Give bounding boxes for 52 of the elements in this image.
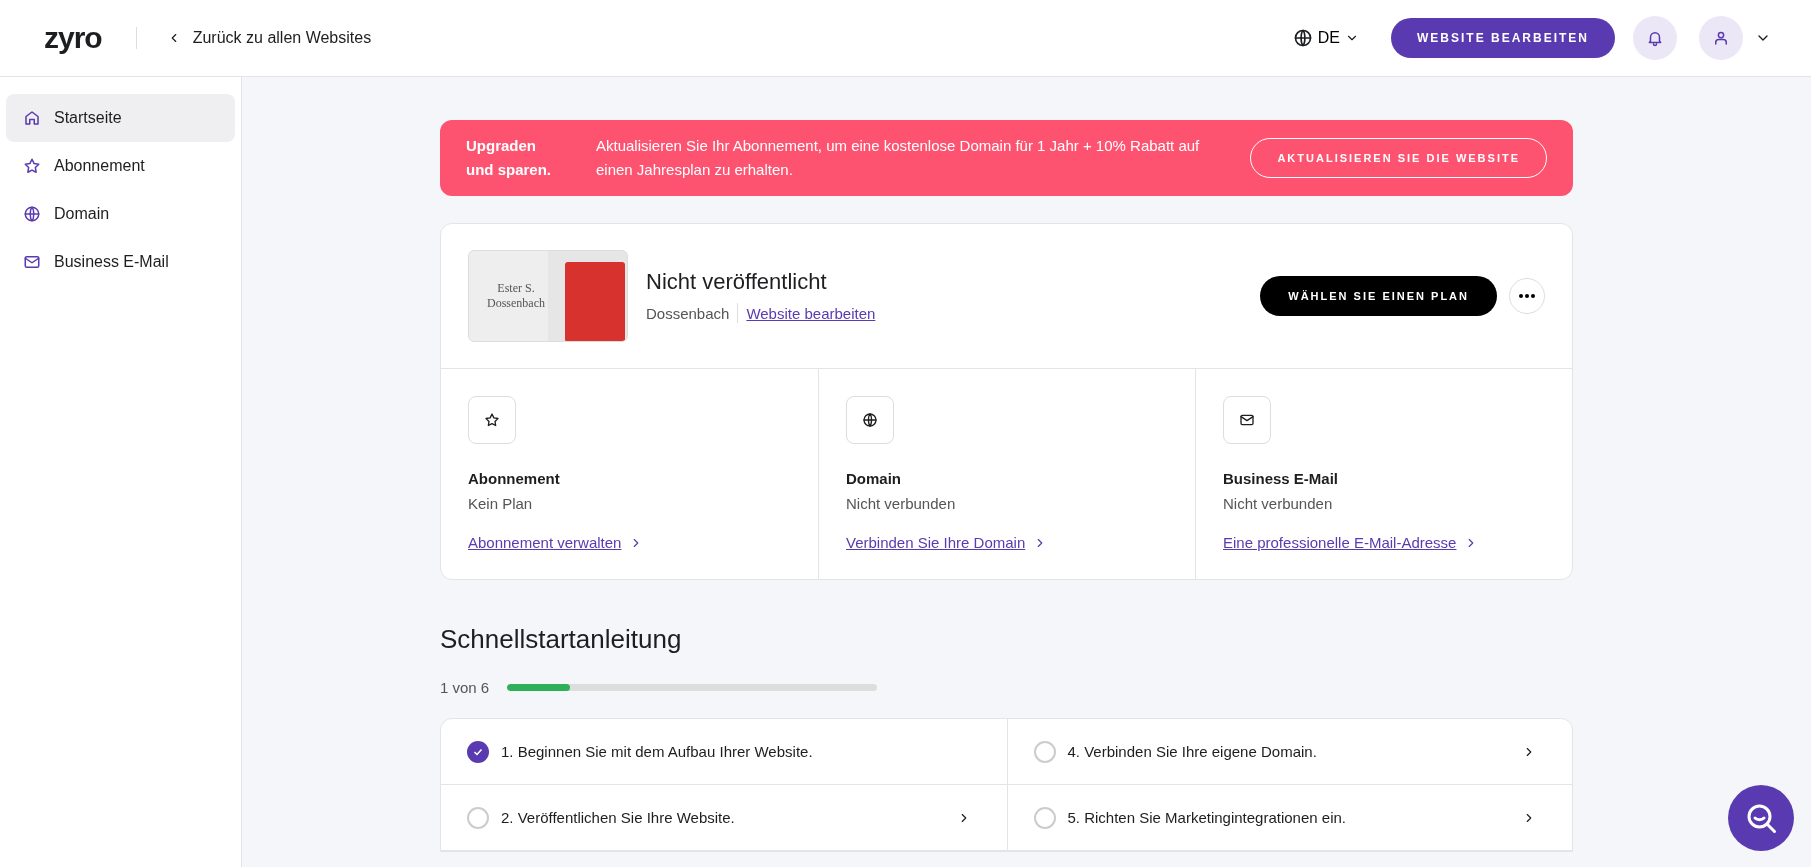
user-icon xyxy=(1712,29,1730,47)
task-label: 1. Beginnen Sie mit dem Aufbau Ihrer Website. xyxy=(501,743,814,760)
edit-website-link[interactable]: Website bearbeiten xyxy=(746,304,876,322)
notifications-button[interactable] xyxy=(1633,16,1677,60)
sidebar-item[interactable]: Startseite xyxy=(6,94,235,142)
service-status: Nicht verbunden xyxy=(846,495,957,512)
account-button[interactable] xyxy=(1699,16,1743,60)
service-title: Abonnement xyxy=(468,470,561,487)
mail-icon xyxy=(1239,412,1255,428)
task-item[interactable]: 5. Richten Sie Marketingintegrationen ein. xyxy=(1006,785,1572,851)
sidebar-item[interactable]: Business E-Mail xyxy=(6,238,235,286)
globe-icon xyxy=(862,412,878,428)
task-checkbox[interactable] xyxy=(1033,806,1056,829)
task-label: 2. Veröffentlichen Sie Ihre Website. xyxy=(501,809,736,826)
service-link[interactable]: Abonnement verwalten xyxy=(468,534,622,551)
sidebar-item[interactable]: Abonnement xyxy=(6,142,235,190)
task-checkbox[interactable] xyxy=(1033,740,1056,763)
banner-title: Upgraden und sparen. xyxy=(466,136,552,180)
task-item[interactable]: 2. Veröffentlichen Sie Ihre Website. xyxy=(441,785,1007,851)
sidebar-item[interactable]: Domain xyxy=(6,190,235,238)
language-selector[interactable]: DE xyxy=(1292,28,1359,48)
banner-text: Aktualisieren Sie Ihr Abonnement, um eine kostenlose Domain für 1 Jahr + 10% Rabatt auf einen Jahresplan zu erhalten. xyxy=(596,136,1201,180)
task-item[interactable]: 4. Verbinden Sie Ihre eigene Domain. xyxy=(1006,719,1572,785)
thumbnail-title: Ester S. Dossenbach xyxy=(486,281,546,311)
service-status: Kein Plan xyxy=(468,495,534,512)
mail-icon xyxy=(23,253,41,271)
globe-icon xyxy=(23,205,41,223)
task-checkbox[interactable] xyxy=(467,806,489,829)
section-title: Schnellstartanleitung xyxy=(440,624,683,655)
service-link[interactable]: Eine professionelle E-Mail-Adresse xyxy=(1223,534,1457,551)
more-icon xyxy=(1519,294,1535,298)
task-label: 5. Richten Sie Marketingintegrationen ein. xyxy=(1067,809,1347,826)
star-icon xyxy=(23,157,41,175)
star-icon xyxy=(484,412,500,428)
globe-icon xyxy=(1292,28,1313,48)
home-icon xyxy=(23,109,41,127)
publish-status: Nicht veröffentlicht xyxy=(646,269,828,295)
service-title: Business E-Mail xyxy=(1223,470,1340,487)
more-button[interactable] xyxy=(1509,278,1545,314)
edit-website-button[interactable]: WEBSITE BEARBEITEN xyxy=(1391,18,1615,58)
bell-icon xyxy=(1646,29,1664,47)
logo[interactable]: zyro xyxy=(44,21,102,55)
progress-text: 1 von 6 xyxy=(440,679,490,696)
service-status: Nicht verbunden xyxy=(1223,495,1334,512)
service-title: Domain xyxy=(846,470,902,487)
task-checkbox[interactable] xyxy=(467,740,489,763)
back-link[interactable]: Zurück zu allen Websites xyxy=(166,29,372,47)
task-label: 4. Verbinden Sie Ihre eigene Domain. xyxy=(1067,743,1318,760)
choose-plan-button[interactable]: WÄHLEN SIE EINEN PLAN xyxy=(1260,276,1497,316)
task-item[interactable]: 1. Beginnen Sie mit dem Aufbau Ihrer Website. xyxy=(441,719,1007,785)
site-name: Dossenbach xyxy=(646,304,730,322)
service-link[interactable]: Verbinden Sie Ihre Domain xyxy=(846,534,1026,551)
